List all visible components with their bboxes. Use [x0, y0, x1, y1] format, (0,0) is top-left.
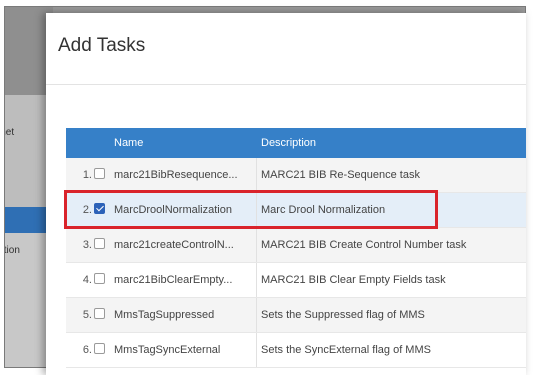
divider — [46, 84, 526, 85]
row-checkbox[interactable] — [94, 168, 105, 179]
task-description: MARC21 BIB Re-Sequence task — [261, 169, 420, 181]
column-divider — [256, 228, 257, 262]
background-label: aramet — [5, 127, 15, 138]
row-number: 1. — [82, 169, 92, 181]
row-number: 4. — [82, 274, 92, 286]
table-row[interactable]: 5. MmsTagSuppressed Sets the Suppressed fl… — [66, 298, 526, 333]
column-divider — [256, 333, 257, 367]
row-checkbox[interactable] — [94, 273, 105, 284]
task-name: MmsTagSuppressed — [114, 309, 215, 321]
table-row[interactable]: 6. MmsTagSyncExternal Sets the SyncExterna… — [66, 333, 526, 368]
tasks-table: Name Description 1. marc21BibResequence..… — [66, 128, 526, 368]
task-description: Sets the Suppressed flag of MMS — [261, 309, 425, 321]
task-name: marc21createControlN... — [114, 239, 234, 251]
table-header: Name Description — [66, 128, 526, 158]
row-checkbox[interactable] — [94, 238, 105, 249]
row-number: 5. — [82, 309, 92, 321]
column-header-name[interactable]: Name — [114, 137, 143, 149]
task-description: MARC21 BIB Clear Empty Fields task — [261, 274, 446, 286]
task-description: MARC21 BIB Create Control Number task — [261, 239, 467, 251]
table-row[interactable]: 4. marc21BibClearEmpty... MARC21 BIB Clear… — [66, 263, 526, 298]
dialog-title: Add Tasks — [58, 35, 146, 56]
task-name: marc21BibResequence... — [114, 169, 238, 181]
task-name: marc21BibClearEmpty... — [114, 274, 233, 286]
table-row[interactable]: 1. marc21BibResequence... MARC21 BIB Re-Se… — [66, 158, 526, 193]
column-divider — [256, 158, 257, 192]
highlight-box — [64, 190, 438, 229]
task-name: MmsTagSyncExternal — [114, 344, 221, 356]
table-row[interactable]: 3. marc21createControlN... MARC21 BIB Crea… — [66, 228, 526, 263]
row-number: 3. — [82, 239, 92, 251]
row-checkbox[interactable] — [94, 308, 105, 319]
column-divider — [256, 263, 257, 297]
background-label: ization — [4, 245, 20, 256]
column-divider — [256, 298, 257, 332]
column-header-description[interactable]: Description — [261, 137, 316, 149]
row-checkbox[interactable] — [94, 343, 105, 354]
task-description: Sets the SyncExternal flag of MMS — [261, 344, 431, 356]
row-number: 6. — [82, 344, 92, 356]
